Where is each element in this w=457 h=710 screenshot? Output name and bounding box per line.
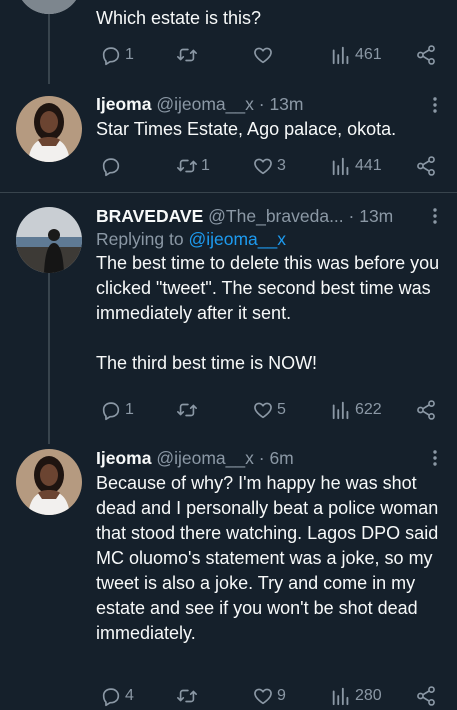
share-button[interactable] bbox=[415, 43, 437, 67]
views-button[interactable]: 280 bbox=[330, 684, 382, 708]
retweet-count: 1 bbox=[201, 157, 210, 174]
replying-prefix: Replying to bbox=[96, 229, 184, 249]
tweet-2[interactable]: Ijeoma @ijeoma__x · 13m Star Times Estat… bbox=[0, 84, 457, 192]
like-count: 9 bbox=[277, 687, 286, 704]
reply-icon bbox=[102, 688, 120, 707]
tweet-header: Ijeoma @ijeoma__x · 13m bbox=[96, 93, 443, 115]
avatar[interactable] bbox=[16, 96, 82, 162]
tweet-text: Which estate is this? bbox=[96, 8, 262, 28]
heart-icon bbox=[254, 688, 272, 705]
reply-count: 1 bbox=[125, 46, 134, 63]
views-button[interactable]: 461 bbox=[330, 43, 382, 67]
more-icon[interactable] bbox=[431, 207, 439, 226]
views-count: 622 bbox=[355, 401, 382, 418]
tweet-actions: 1 5 622 bbox=[96, 398, 437, 422]
tweet-actions: 1 461 bbox=[96, 43, 437, 67]
reply-count: 4 bbox=[125, 687, 134, 704]
views-button[interactable]: 622 bbox=[330, 398, 382, 422]
share-icon bbox=[417, 400, 435, 420]
share-button[interactable] bbox=[415, 398, 437, 422]
reply-icon bbox=[102, 47, 120, 66]
display-name[interactable]: BRAVEDAVE bbox=[96, 206, 203, 226]
reply-button[interactable] bbox=[100, 154, 122, 178]
user-handle[interactable]: @The_braveda... bbox=[208, 206, 343, 226]
share-button[interactable] bbox=[415, 684, 437, 708]
share-icon bbox=[417, 156, 435, 176]
reply-button[interactable]: 1 bbox=[100, 398, 134, 422]
display-name[interactable]: Ijeoma bbox=[96, 448, 151, 468]
tweet-header: BRAVEDAVE @The_braveda... · 13m bbox=[96, 205, 443, 227]
retweet-icon bbox=[177, 48, 197, 62]
avatar[interactable] bbox=[16, 207, 82, 273]
retweet-icon bbox=[177, 159, 197, 173]
tweet-text: The best time to delete this was before … bbox=[96, 253, 440, 373]
tweet-actions: 4 9 280 bbox=[96, 684, 437, 708]
retweet-icon bbox=[177, 403, 197, 417]
reply-count: 1 bbox=[125, 401, 134, 418]
retweet-button[interactable]: 1 bbox=[176, 154, 210, 178]
retweet-icon bbox=[177, 689, 197, 703]
heart-icon bbox=[254, 402, 272, 419]
replying-mention[interactable]: @ijeoma__x bbox=[188, 229, 286, 249]
user-handle[interactable]: @ijeoma__x bbox=[156, 94, 254, 114]
heart-icon bbox=[254, 47, 272, 64]
retweet-button[interactable] bbox=[176, 684, 198, 708]
views-button[interactable]: 441 bbox=[330, 154, 382, 178]
tweet-text: Star Times Estate, Ago palace, okota. bbox=[96, 119, 397, 139]
share-button[interactable] bbox=[415, 154, 437, 178]
views-icon bbox=[332, 687, 349, 706]
tweet-time[interactable]: · 13m bbox=[259, 94, 304, 114]
display-name[interactable]: Ijeoma bbox=[96, 94, 151, 114]
retweet-button[interactable] bbox=[176, 398, 198, 422]
heart-icon bbox=[254, 158, 272, 175]
more-icon[interactable] bbox=[431, 449, 439, 468]
views-count: 461 bbox=[355, 46, 382, 63]
replying-to: Replying to @ijeoma__x bbox=[96, 227, 443, 251]
like-count: 3 bbox=[277, 157, 286, 174]
tweet-time[interactable]: · 13m bbox=[349, 206, 394, 226]
like-button[interactable] bbox=[252, 43, 274, 67]
tweet-time[interactable]: · 6m bbox=[259, 448, 294, 468]
reply-button[interactable]: 1 bbox=[100, 43, 134, 67]
views-count: 280 bbox=[355, 687, 382, 704]
user-handle[interactable]: @ijeoma__x bbox=[156, 448, 254, 468]
reply-icon bbox=[102, 402, 120, 421]
like-count: 5 bbox=[277, 401, 286, 418]
views-icon bbox=[332, 401, 349, 420]
like-button[interactable]: 5 bbox=[252, 398, 286, 422]
tweet-text: Because of why? I'm happy he was shot de… bbox=[96, 473, 444, 643]
views-icon bbox=[332, 157, 349, 176]
more-icon[interactable] bbox=[431, 96, 439, 115]
avatar[interactable] bbox=[16, 449, 82, 515]
like-button[interactable]: 3 bbox=[252, 154, 286, 178]
avatar[interactable] bbox=[16, 0, 82, 14]
retweet-button[interactable] bbox=[176, 43, 198, 67]
views-icon bbox=[332, 46, 349, 65]
tweet-header: Ijeoma @ijeoma__x · 6m bbox=[96, 447, 443, 469]
tweet-4[interactable]: Ijeoma @ijeoma__x · 6m Because of why? I… bbox=[0, 441, 457, 710]
views-count: 441 bbox=[355, 157, 382, 174]
share-icon bbox=[417, 686, 435, 706]
reply-icon bbox=[102, 158, 120, 177]
like-button[interactable]: 9 bbox=[252, 684, 286, 708]
share-icon bbox=[417, 45, 435, 65]
reply-button[interactable]: 4 bbox=[100, 684, 134, 708]
tweet-1[interactable]: Which estate is this? 1 461 bbox=[0, 0, 457, 84]
tweet-3[interactable]: BRAVEDAVE @The_braveda... · 13m Replying… bbox=[0, 193, 457, 441]
tweet-actions: 1 3 441 bbox=[96, 154, 437, 178]
